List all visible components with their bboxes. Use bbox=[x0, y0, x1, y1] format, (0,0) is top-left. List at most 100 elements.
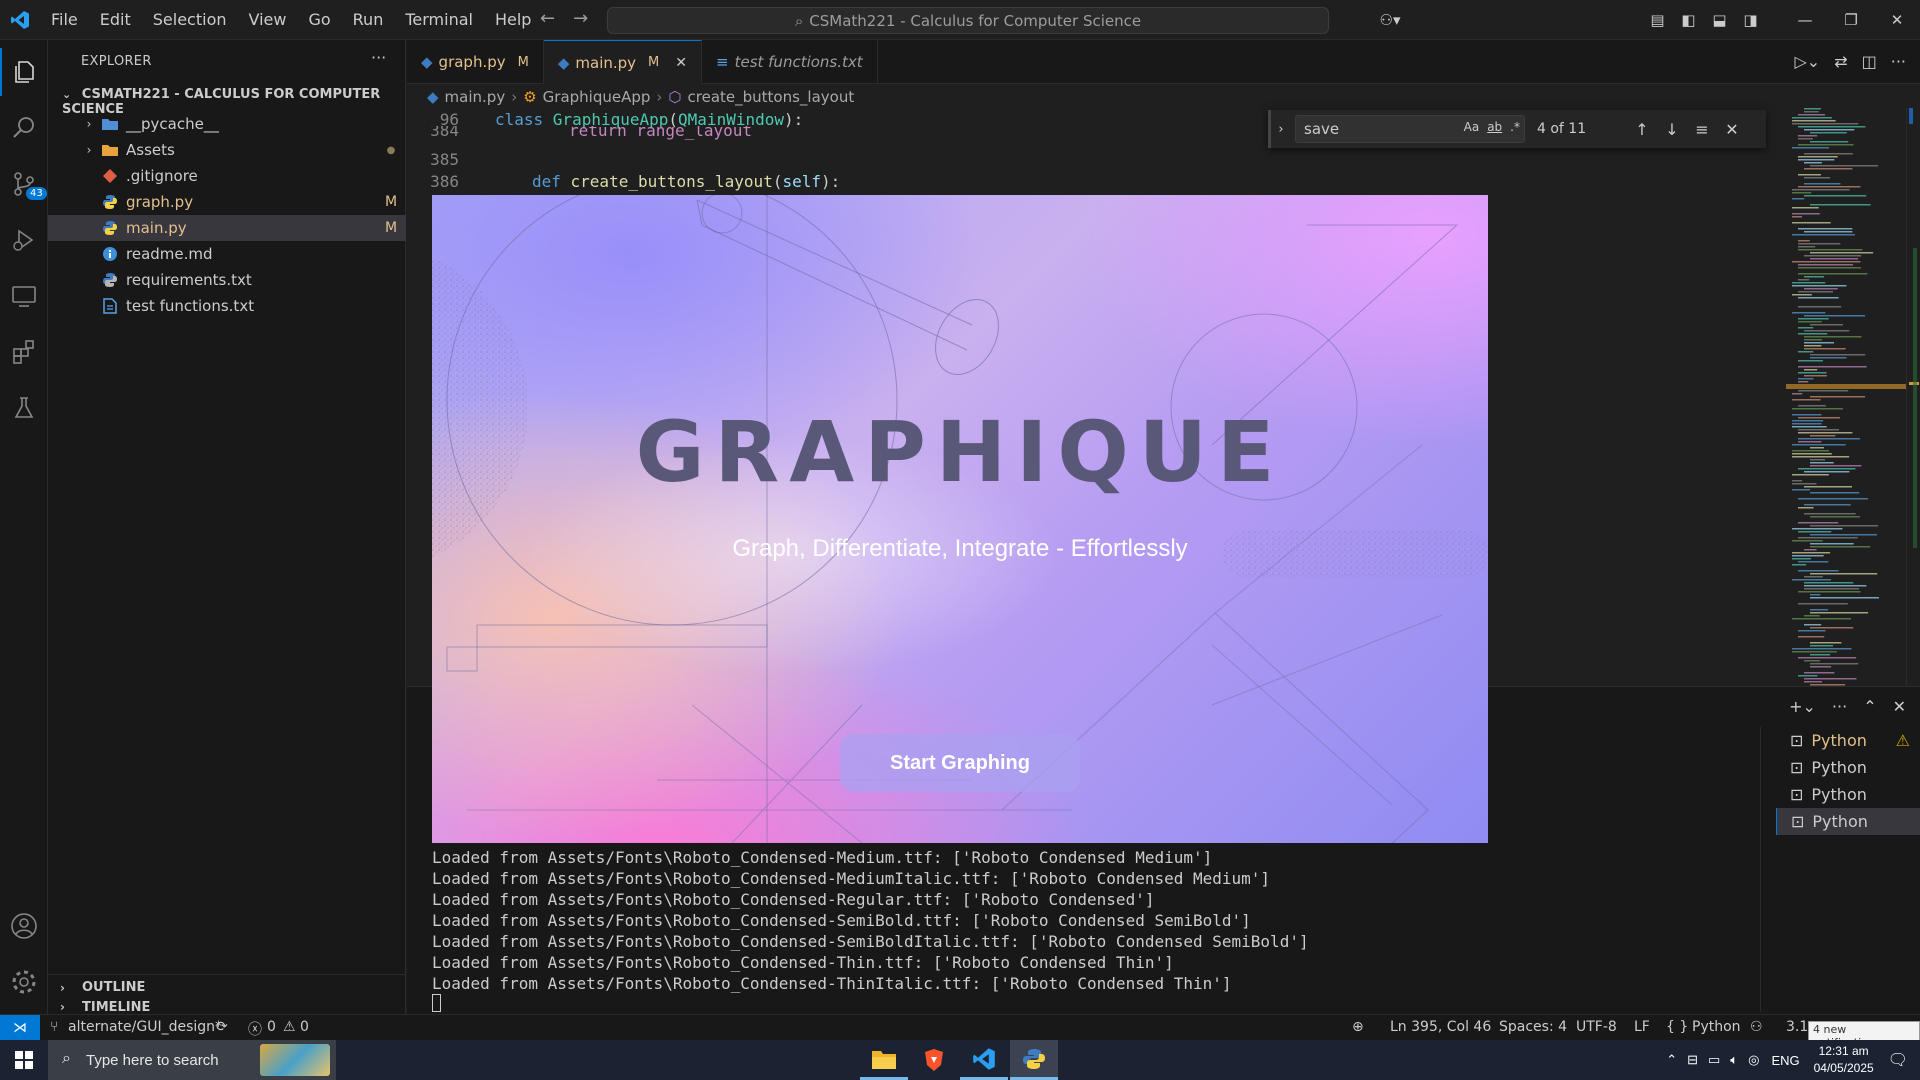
source-control-icon[interactable]: 43 bbox=[0, 160, 48, 208]
tree-item-assets[interactable]: › Assets ● bbox=[48, 137, 406, 163]
zoom-icon[interactable]: ⊕ bbox=[1352, 1019, 1364, 1035]
close-window-icon[interactable]: ✕ bbox=[1874, 11, 1920, 29]
indentation[interactable]: Spaces: 4 bbox=[1499, 1019, 1567, 1035]
taskbar-search-box[interactable]: ⌕ Type here to search bbox=[48, 1040, 336, 1080]
timeline-section[interactable]: › TIMELINE bbox=[48, 1000, 406, 1015]
back-arrow-icon[interactable]: ← bbox=[540, 8, 555, 29]
menu-file[interactable]: File bbox=[40, 10, 89, 29]
brave-browser-icon[interactable] bbox=[910, 1040, 958, 1080]
explorer-icon[interactable] bbox=[0, 48, 48, 96]
forward-arrow-icon[interactable]: → bbox=[573, 8, 588, 29]
breadcrumb-file[interactable]: main.py bbox=[445, 88, 506, 106]
terminal-instance[interactable]: ⊡ Python bbox=[1776, 754, 1920, 781]
copilot-icon[interactable]: ⚇ bbox=[1750, 1019, 1763, 1035]
menu-selection[interactable]: Selection bbox=[142, 10, 238, 29]
breadcrumb-class[interactable]: GraphiqueApp bbox=[543, 88, 651, 106]
file-explorer-icon[interactable] bbox=[860, 1040, 908, 1080]
restore-icon[interactable]: ❐ bbox=[1828, 11, 1874, 29]
terminal-instance[interactable]: ⊡ Python bbox=[1776, 781, 1920, 808]
end-of-line[interactable]: LF bbox=[1634, 1019, 1650, 1035]
more-actions-icon[interactable]: ··· bbox=[1891, 52, 1906, 71]
toggle-panel-icon[interactable]: ⬓ bbox=[1704, 11, 1735, 29]
more-actions-icon[interactable]: ··· bbox=[371, 48, 386, 67]
run-debug-icon[interactable] bbox=[0, 216, 48, 264]
cursor-position[interactable]: Ln 395, Col 46 bbox=[1390, 1019, 1491, 1035]
new-terminal-icon[interactable]: +⌄ bbox=[1789, 697, 1816, 716]
menu-help[interactable]: Help bbox=[484, 10, 542, 29]
close-tab-icon[interactable]: ✕ bbox=[675, 55, 687, 71]
regex-icon[interactable]: .* bbox=[1510, 120, 1520, 134]
command-center-search[interactable]: ⌕ CSMath221 - Calculus for Computer Scie… bbox=[607, 7, 1329, 34]
customize-layout-icon[interactable]: ▤ bbox=[1642, 11, 1673, 29]
editor-scrollbar[interactable] bbox=[1906, 108, 1920, 686]
code-line[interactable]: 385 bbox=[407, 149, 1787, 171]
terminal-instance[interactable]: ⊡ Python ⚠ bbox=[1776, 727, 1920, 754]
minimize-icon[interactable]: — bbox=[1782, 11, 1828, 29]
terminal-cursor[interactable] bbox=[432, 994, 441, 1012]
menu-go[interactable]: Go bbox=[297, 10, 341, 29]
menu-edit[interactable]: Edit bbox=[89, 10, 142, 29]
more-actions-icon[interactable]: ··· bbox=[1832, 697, 1847, 716]
close-panel-icon[interactable]: ✕ bbox=[1893, 697, 1906, 716]
language-mode[interactable]: Python bbox=[1692, 1019, 1741, 1035]
network-icon[interactable]: ⊟ bbox=[1687, 1052, 1698, 1068]
code-line[interactable]: 386 def create_buttons_layout(self): bbox=[407, 171, 1787, 193]
close-find-icon[interactable]: ✕ bbox=[1717, 120, 1747, 139]
battery-icon[interactable]: ▭ bbox=[1708, 1052, 1720, 1068]
run-python-icon[interactable]: ▷⌄ bbox=[1794, 52, 1820, 71]
error-count[interactable]: 0 bbox=[267, 1019, 276, 1035]
notification-center-icon[interactable]: 🗨︎ bbox=[1888, 1050, 1908, 1070]
branch-name[interactable]: alternate/GUI_design* bbox=[68, 1019, 222, 1035]
warning-count[interactable]: 0 bbox=[300, 1019, 309, 1035]
tree-item-requirements[interactable]: requirements.txt bbox=[48, 267, 406, 293]
toggle-replace-icon[interactable]: › bbox=[1271, 122, 1291, 137]
python-app-icon[interactable] bbox=[1010, 1040, 1058, 1080]
open-changes-icon[interactable]: ⇄ bbox=[1834, 52, 1847, 71]
testing-icon[interactable] bbox=[0, 384, 48, 432]
menu-view[interactable]: View bbox=[238, 10, 298, 29]
python-version[interactable]: 3.1 bbox=[1786, 1019, 1808, 1035]
next-match-icon[interactable]: ↓ bbox=[1657, 120, 1687, 139]
outline-section[interactable]: › OUTLINE bbox=[48, 974, 406, 1000]
manage-gear-icon[interactable] bbox=[0, 958, 48, 1006]
sync-icon[interactable]: ⟳ bbox=[216, 1019, 228, 1035]
terminal-instance[interactable]: ⊡ Python bbox=[1776, 808, 1920, 835]
location-icon[interactable]: ◎ bbox=[1748, 1052, 1759, 1068]
minimap[interactable] bbox=[1786, 108, 1906, 686]
menu-terminal[interactable]: Terminal bbox=[394, 10, 484, 29]
match-whole-word-icon[interactable]: ab bbox=[1487, 120, 1502, 134]
toggle-secondary-sidebar-icon[interactable]: ◨ bbox=[1735, 11, 1766, 29]
maximize-panel-icon[interactable]: ⌃ bbox=[1863, 697, 1876, 716]
clock[interactable]: 12:31 am 04/05/2025 bbox=[1814, 1043, 1874, 1077]
chevron-up-icon[interactable]: ⌃ bbox=[1666, 1052, 1677, 1068]
accounts-icon[interactable] bbox=[0, 902, 48, 950]
toggle-sidebar-icon[interactable]: ◧ bbox=[1673, 11, 1704, 29]
tab-main-py[interactable]: ◆ main.py M ✕ bbox=[543, 40, 702, 84]
tree-item-readme[interactable]: readme.md bbox=[48, 241, 406, 267]
search-icon[interactable] bbox=[0, 104, 48, 152]
windows-start-icon[interactable] bbox=[0, 1040, 48, 1080]
find-in-selection-icon[interactable]: ≡ bbox=[1687, 120, 1717, 139]
tab-graph-py[interactable]: ◆ graph.py M bbox=[407, 40, 544, 84]
remote-indicator-icon[interactable]: ⋊ bbox=[0, 1015, 40, 1041]
tree-item-graph-py[interactable]: graph.py M bbox=[48, 189, 406, 215]
menu-run[interactable]: Run bbox=[342, 10, 395, 29]
tree-item-test-functions[interactable]: test functions.txt bbox=[48, 293, 406, 319]
volume-icon[interactable]: 🔈︎ bbox=[1730, 1052, 1738, 1068]
remote-explorer-icon[interactable] bbox=[0, 272, 48, 320]
vscode-taskbar-icon[interactable] bbox=[960, 1040, 1008, 1080]
tree-item-gitignore[interactable]: .gitignore bbox=[48, 163, 406, 189]
input-language[interactable]: ENG bbox=[1771, 1053, 1799, 1068]
encoding[interactable]: UTF-8 bbox=[1576, 1019, 1617, 1035]
copilot-icon[interactable]: ⚇▾ bbox=[1368, 11, 1412, 29]
tree-item-pycache[interactable]: › __pycache__ bbox=[48, 111, 406, 137]
start-graphing-button[interactable]: Start Graphing bbox=[840, 734, 1080, 792]
tab-test-functions[interactable]: ≡ test functions.txt bbox=[702, 40, 878, 84]
breadcrumb-method[interactable]: create_buttons_layout bbox=[688, 88, 855, 106]
split-editor-icon[interactable]: ◫ bbox=[1862, 52, 1877, 71]
previous-match-icon[interactable]: ↑ bbox=[1627, 120, 1657, 139]
find-input[interactable]: save Aa ab .* bbox=[1295, 115, 1525, 143]
tree-item-main-py[interactable]: main.py M bbox=[48, 215, 406, 241]
extensions-icon[interactable] bbox=[0, 328, 48, 376]
match-case-icon[interactable]: Aa bbox=[1464, 120, 1480, 134]
